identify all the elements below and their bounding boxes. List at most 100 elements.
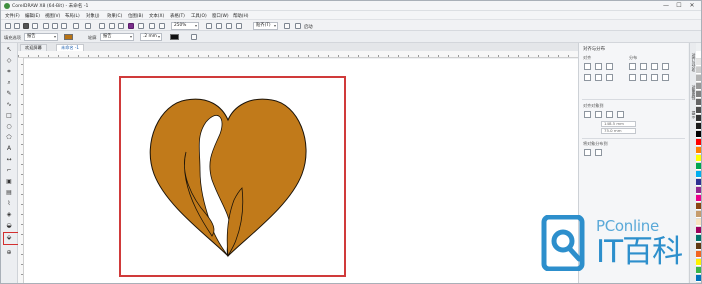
maximize-button[interactable]: ☐	[674, 2, 684, 10]
text-tool-icon[interactable]: A	[5, 145, 13, 152]
drop-shadow-icon[interactable]: ▣	[5, 178, 13, 185]
palette-color-swatch[interactable]	[696, 75, 701, 82]
print-icon[interactable]	[32, 23, 38, 29]
outline-mode-select[interactable]: 报告	[100, 33, 134, 41]
menu-window[interactable]: 窗口(W)	[212, 13, 229, 19]
menu-file[interactable]: 文件(F)	[5, 13, 20, 19]
menu-view[interactable]: 视图(V)	[45, 13, 60, 19]
palette-color-swatch[interactable]	[696, 203, 701, 210]
align-top-icon[interactable]	[584, 74, 591, 81]
interactive-fill-icon[interactable]: ◈	[5, 211, 13, 218]
connector-tool-icon[interactable]: ⌐	[5, 167, 13, 174]
polygon-tool-icon[interactable]: ⬠	[5, 134, 13, 141]
palette-color-swatch[interactable]	[696, 211, 701, 218]
align-center-h-icon[interactable]	[595, 63, 602, 70]
artistic-media-icon[interactable]: ∿	[5, 101, 13, 108]
publish-pdf-icon[interactable]	[128, 23, 134, 29]
palette-color-swatch[interactable]	[696, 179, 701, 186]
horizontal-ruler[interactable]	[18, 51, 578, 58]
zoom-fit-icon[interactable]	[159, 23, 165, 29]
crop-tool-icon[interactable]: ⌗	[5, 68, 13, 75]
menu-tools[interactable]: 工具(O)	[191, 13, 207, 19]
show-grid-icon[interactable]	[216, 23, 222, 29]
align-to-page-edge-icon[interactable]	[595, 111, 602, 118]
align-point-x-field[interactable]: 148.5 mm	[601, 121, 636, 127]
close-button[interactable]: ✕	[687, 2, 697, 10]
copy-icon[interactable]	[52, 23, 58, 29]
snap-to-dropdown[interactable]: 贴齐(T)	[253, 22, 278, 30]
eyedropper-tool-icon[interactable]: ⌇	[5, 200, 13, 207]
distribute-to-selection-icon[interactable]	[584, 149, 591, 156]
palette-color-swatch[interactable]	[696, 275, 701, 282]
fill-mode-select[interactable]: 报告	[24, 33, 58, 41]
palette-color-swatch[interactable]	[696, 251, 701, 258]
zoom-tool-icon[interactable]: ⌕	[5, 79, 13, 86]
palette-color-swatch[interactable]	[696, 267, 701, 274]
align-to-grid-icon[interactable]	[617, 111, 624, 118]
palette-color-swatch[interactable]	[696, 243, 701, 250]
palette-color-swatch[interactable]	[696, 99, 701, 106]
menu-effects[interactable]: 效果(C)	[107, 13, 122, 19]
distribute-to-page-icon[interactable]	[595, 149, 602, 156]
launch-label[interactable]: 启动	[304, 24, 313, 30]
heart-drawing[interactable]	[146, 96, 310, 260]
palette-color-swatch[interactable]	[696, 171, 701, 178]
palette-color-swatch[interactable]	[696, 195, 701, 202]
search-content-icon[interactable]	[99, 23, 105, 29]
palette-color-swatch[interactable]	[696, 83, 701, 90]
distribute-spacing-v-icon[interactable]	[651, 74, 658, 81]
transparency-tool-icon[interactable]: ▤	[5, 189, 13, 196]
palette-color-swatch[interactable]	[696, 115, 701, 122]
minimize-button[interactable]: —	[661, 2, 671, 10]
smart-fill-icon[interactable]: ◒	[5, 222, 13, 229]
undo-icon[interactable]	[73, 23, 79, 29]
parallel-dimension-icon[interactable]: ↔	[5, 156, 13, 163]
palette-color-swatch[interactable]	[696, 131, 701, 138]
distribute-left-icon[interactable]	[629, 63, 636, 70]
distribute-bottom-icon[interactable]	[662, 74, 669, 81]
ellipse-tool-icon[interactable]: ○	[5, 123, 13, 130]
edit-fill-icon[interactable]	[191, 34, 197, 40]
cut-icon[interactable]	[43, 23, 49, 29]
palette-color-swatch[interactable]	[696, 163, 701, 170]
distribute-right-icon[interactable]	[662, 63, 669, 70]
paste-icon[interactable]	[61, 23, 67, 29]
import-icon[interactable]	[109, 23, 115, 29]
tab-document[interactable]: 未命名 -1	[56, 44, 85, 51]
export-icon[interactable]	[118, 23, 124, 29]
save-icon[interactable]	[23, 23, 29, 29]
align-to-page-center-icon[interactable]	[606, 111, 613, 118]
distribute-center-v-icon[interactable]	[640, 74, 647, 81]
align-center-v-icon[interactable]	[595, 74, 602, 81]
dynamic-guides-icon[interactable]	[236, 23, 242, 29]
palette-color-swatch[interactable]	[696, 147, 701, 154]
new-document-icon[interactable]	[5, 23, 11, 29]
application-launcher-icon[interactable]	[295, 23, 301, 29]
align-to-active-object-icon[interactable]	[584, 111, 591, 118]
rectangle-tool-icon[interactable]: □	[5, 112, 13, 119]
palette-color-swatch[interactable]	[696, 259, 701, 266]
palette-color-swatch[interactable]	[696, 67, 701, 74]
outline-color-swatch[interactable]	[170, 34, 179, 40]
align-right-icon[interactable]	[606, 63, 613, 70]
align-point-y-field[interactable]: 75.0 mm	[601, 128, 636, 134]
shape-tool-icon[interactable]: ◇	[5, 57, 13, 64]
palette-color-swatch[interactable]	[696, 187, 701, 194]
palette-color-swatch[interactable]	[696, 59, 701, 66]
show-guidelines-icon[interactable]	[226, 23, 232, 29]
menu-bitmaps[interactable]: 位图(B)	[128, 13, 143, 19]
distribute-center-h-icon[interactable]	[640, 63, 647, 70]
palette-color-swatch[interactable]	[696, 51, 701, 58]
fill-color-swatch[interactable]	[64, 34, 73, 40]
zoom-icon[interactable]	[149, 23, 155, 29]
menu-object[interactable]: 对象(J)	[86, 13, 100, 19]
palette-color-swatch[interactable]	[696, 155, 701, 162]
open-icon[interactable]	[14, 23, 20, 29]
redo-icon[interactable]	[85, 23, 91, 29]
menu-text[interactable]: 文本(X)	[149, 13, 164, 19]
distribute-top-icon[interactable]	[629, 74, 636, 81]
palette-color-swatch[interactable]	[696, 227, 701, 234]
tab-welcome-screen[interactable]: 欢迎屏幕	[20, 44, 47, 51]
menu-table[interactable]: 表格(T)	[170, 13, 185, 19]
palette-color-swatch[interactable]	[696, 219, 701, 226]
